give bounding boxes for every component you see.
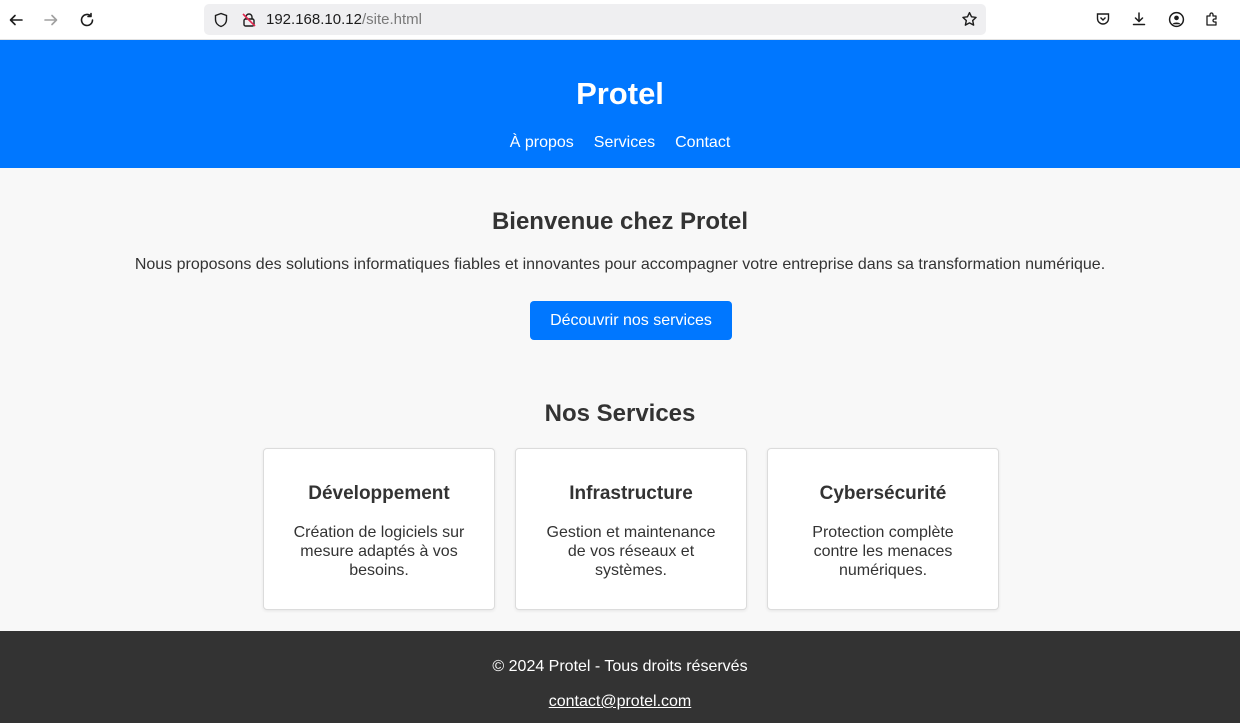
service-card-development: Développement Création de logiciels sur …: [263, 448, 495, 610]
bookmark-star-icon[interactable]: [961, 11, 978, 28]
service-card-title: Développement: [308, 483, 450, 504]
discover-services-button[interactable]: Découvrir nos services: [530, 301, 732, 340]
pocket-icon[interactable]: [1093, 9, 1113, 29]
service-card-text: Gestion et maintenance de vos réseaux et…: [546, 524, 716, 579]
url-path: /site.html: [361, 11, 422, 28]
site-header: Protel À propos Services Contact: [0, 40, 1240, 168]
url-host: 192.168.10.12: [266, 11, 362, 28]
service-card-title: Cybersécurité: [819, 483, 947, 504]
account-icon[interactable]: [1166, 9, 1186, 29]
url-text: 192.168.10.12/site.html: [266, 11, 422, 28]
service-card-text: Création de logiciels sur mesure adaptés…: [293, 524, 465, 579]
footer-email-line: contact@protel.com: [0, 693, 1240, 711]
main-nav: À propos Services Contact: [0, 134, 1240, 152]
browser-toolbar: 192.168.10.12/site.html: [0, 0, 1240, 40]
extensions-icon[interactable]: [1202, 9, 1222, 29]
insecure-lock-icon[interactable]: [240, 11, 257, 28]
nav-link-about[interactable]: À propos: [510, 134, 574, 152]
site-footer: © 2024 Protel - Tous droits réservés con…: [0, 631, 1240, 723]
service-card-text: Protection complète contre les menaces n…: [812, 524, 954, 579]
hero-text: Nous proposons des solutions informatiqu…: [134, 256, 1106, 273]
shield-icon[interactable]: [212, 11, 229, 28]
services-title: Nos Services: [544, 400, 696, 427]
service-card-cybersecurity: Cybersécurité Protection complète contre…: [767, 448, 999, 610]
service-card-title: Infrastructure: [569, 483, 693, 504]
download-icon[interactable]: [1129, 9, 1149, 29]
footer-email-link[interactable]: contact@protel.com: [549, 693, 692, 710]
hero-title: Bienvenue chez Protel: [491, 208, 749, 235]
service-card-infrastructure: Infrastructure Gestion et maintenance de…: [515, 448, 747, 610]
site-title: Protel: [576, 76, 664, 111]
nav-link-contact[interactable]: Contact: [675, 134, 730, 152]
back-icon[interactable]: [4, 8, 28, 32]
nav-link-services[interactable]: Services: [594, 134, 655, 152]
forward-icon[interactable]: [39, 8, 63, 32]
footer-copyright: © 2024 Protel - Tous droits réservés: [492, 658, 748, 675]
url-bar[interactable]: 192.168.10.12/site.html: [204, 4, 986, 35]
reload-icon[interactable]: [75, 8, 99, 32]
